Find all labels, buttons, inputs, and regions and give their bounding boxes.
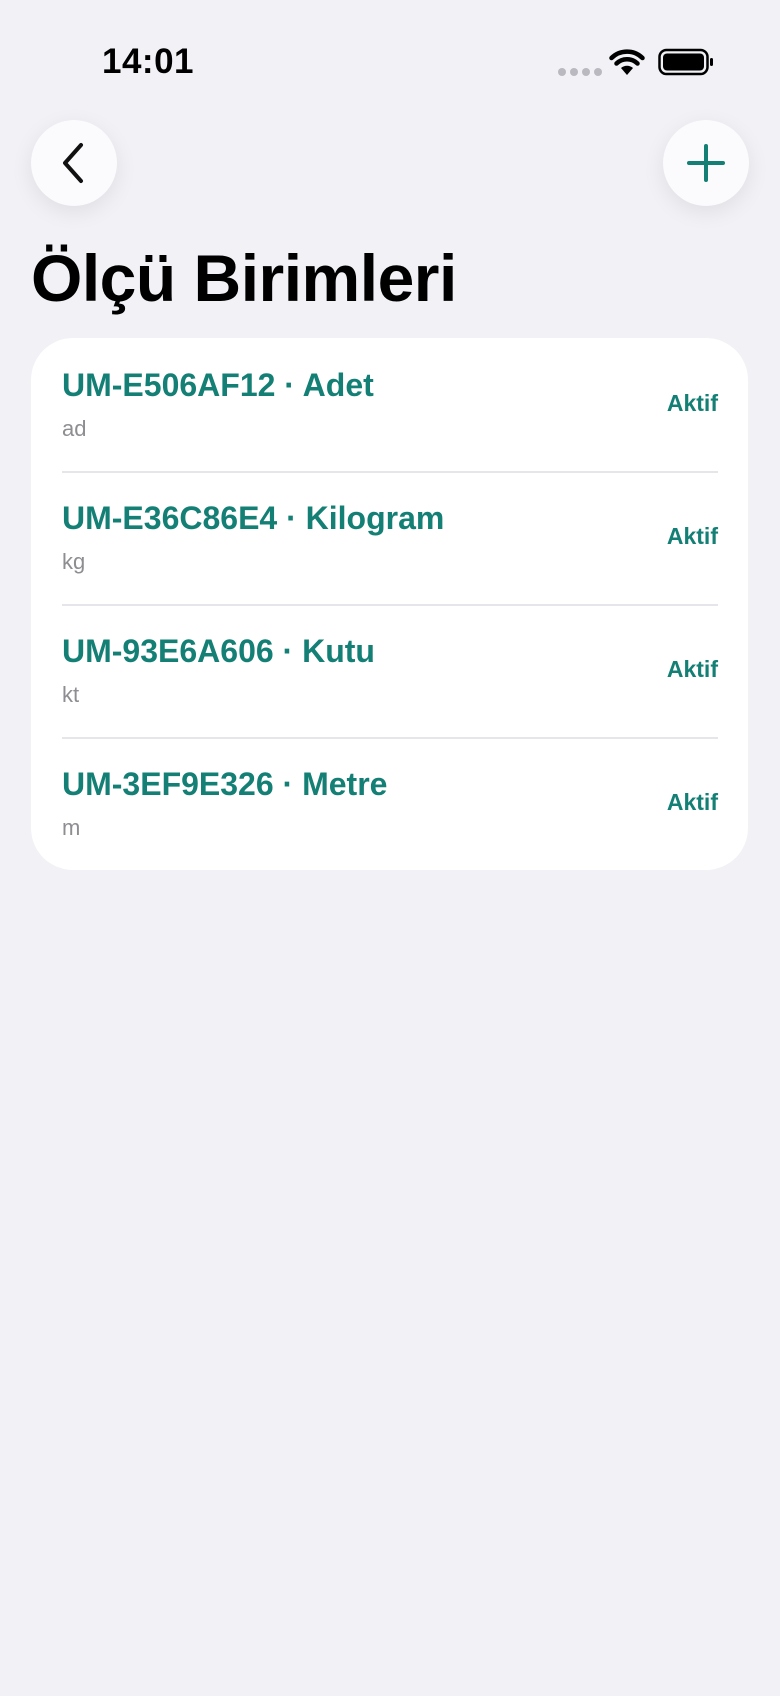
back-button[interactable] (31, 120, 117, 206)
unit-abbreviation: kt (62, 682, 80, 707)
plus-icon (687, 144, 725, 182)
list-item[interactable]: UM-E36C86E4 · Kilogram kg Aktif (31, 471, 748, 604)
add-unit-button[interactable] (663, 120, 749, 206)
status-badge: Aktif (666, 523, 718, 549)
wifi-icon (609, 49, 645, 75)
status-badge: Aktif (666, 656, 718, 682)
status-time: 14:01 (102, 42, 195, 81)
status-bar: 14:01 (0, 0, 780, 120)
page-title: Ölçü Birimleri (31, 241, 457, 315)
unit-title: UM-E506AF12 · Adet (62, 367, 374, 403)
units-list: UM-E506AF12 · Adet ad Aktif UM-E36C86E4 … (31, 338, 748, 870)
status-badge: Aktif (666, 390, 718, 416)
list-item[interactable]: UM-93E6A606 · Kutu kt Aktif (31, 604, 748, 737)
unit-abbreviation: kg (62, 549, 86, 574)
battery-icon (658, 48, 713, 76)
cellular-signal-icon (558, 68, 602, 76)
list-item[interactable]: UM-3EF9E326 · Metre m Aktif (31, 737, 748, 870)
status-badge: Aktif (666, 789, 718, 815)
chevron-left-icon (63, 143, 83, 183)
unit-title: UM-3EF9E326 · Metre (62, 766, 388, 802)
list-item[interactable]: UM-E506AF12 · Adet ad Aktif (31, 338, 748, 471)
unit-title: UM-93E6A606 · Kutu (62, 633, 375, 669)
unit-title: UM-E36C86E4 · Kilogram (62, 500, 445, 536)
unit-abbreviation: ad (62, 416, 87, 441)
unit-abbreviation: m (62, 815, 81, 840)
